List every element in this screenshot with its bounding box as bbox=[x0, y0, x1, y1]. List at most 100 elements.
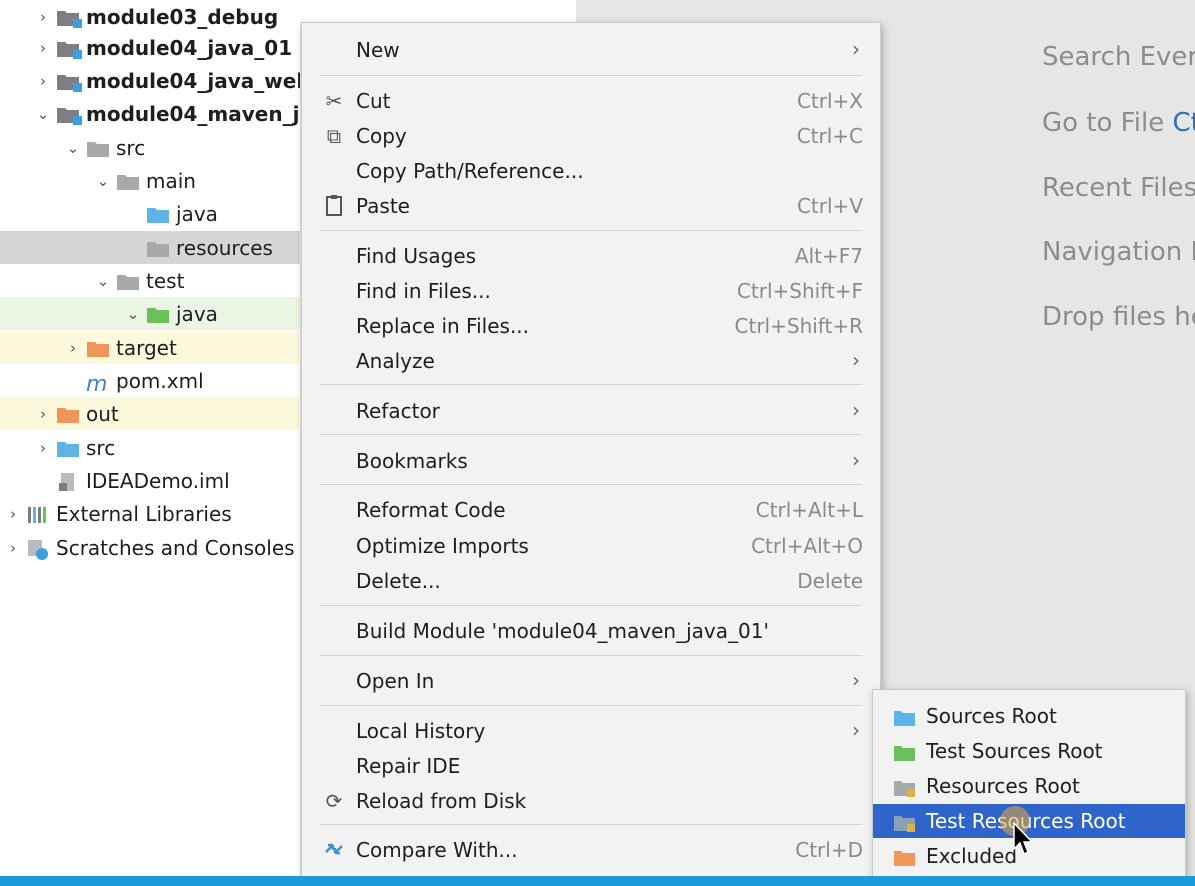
chevron-right-icon[interactable]: › bbox=[36, 72, 50, 90]
tree-item-label: main bbox=[146, 168, 196, 193]
menu-item[interactable]: Open In › bbox=[302, 664, 880, 698]
excluded-folder-icon bbox=[86, 339, 110, 357]
menu-item[interactable]: Repair IDE bbox=[302, 749, 880, 783]
menu-separator bbox=[320, 434, 862, 435]
tree-item[interactable]: › target bbox=[0, 331, 300, 364]
tree-item[interactable]: › out bbox=[0, 397, 300, 430]
iml-file-icon bbox=[56, 472, 80, 491]
chevron-right-icon[interactable]: › bbox=[36, 439, 50, 457]
submenu-item-source[interactable]: Sources Root bbox=[873, 699, 1185, 733]
menu-item-label: Paste bbox=[356, 194, 410, 218]
resources-folder-icon bbox=[893, 778, 916, 797]
menu-item[interactable]: Build Module 'module04_maven_java_01' bbox=[302, 614, 880, 648]
chevron-down-icon[interactable]: ⌄ bbox=[126, 305, 140, 323]
menu-item[interactable]: ✂ Cut Ctrl+X bbox=[302, 84, 880, 118]
submenu-item-resources[interactable]: Resources Root bbox=[873, 769, 1185, 803]
menu-item-label: Reload from Disk bbox=[356, 789, 527, 813]
folder-icon bbox=[116, 272, 140, 290]
menu-item-shortcut: Ctrl+Alt+O bbox=[751, 534, 863, 558]
chevron-down-icon[interactable]: ⌄ bbox=[96, 172, 110, 190]
menu-item[interactable]: Local History › bbox=[302, 714, 880, 748]
tree-item[interactable]: › module04_java_web bbox=[0, 64, 300, 97]
source-folder-icon bbox=[56, 439, 80, 457]
module-folder-icon bbox=[56, 8, 82, 28]
welcome-hint-text: Drop files he bbox=[1042, 302, 1195, 332]
submenu-item-label: Test Sources Root bbox=[926, 739, 1103, 763]
tree-item[interactable]: IDEADemo.iml bbox=[0, 464, 300, 497]
tree-item-label: module04_java_web bbox=[86, 68, 300, 93]
menu-item[interactable]: Paste Ctrl+V bbox=[302, 189, 880, 223]
tree-item[interactable]: ⌄ src bbox=[0, 131, 300, 164]
scissors-icon: ✂ bbox=[325, 89, 343, 113]
welcome-hint-shortcut: Ct bbox=[1172, 108, 1195, 138]
menu-item[interactable]: Delete... Delete bbox=[302, 564, 880, 598]
menu-item[interactable]: Find in Files... Ctrl+Shift+F bbox=[302, 274, 880, 308]
module-folder-icon bbox=[56, 39, 82, 59]
menu-item-shortcut: Ctrl+C bbox=[796, 124, 863, 148]
menu-item[interactable]: Copy Path/Reference... bbox=[302, 154, 880, 188]
chevron-down-icon[interactable]: ⌄ bbox=[66, 139, 80, 157]
tree-item[interactable]: ⌄ main bbox=[0, 164, 300, 197]
menu-item-label: Local History bbox=[356, 719, 486, 743]
menu-item[interactable]: Bookmarks › bbox=[302, 444, 880, 478]
tree-item-label: src bbox=[116, 135, 146, 160]
menu-item[interactable]: Refactor › bbox=[302, 394, 880, 428]
folder-icon bbox=[146, 239, 170, 257]
tree-item-label: module04_maven_ja bbox=[86, 101, 300, 126]
folder-icon bbox=[86, 139, 110, 157]
menu-item[interactable]: New › bbox=[302, 33, 880, 67]
tree-item-label: Scratches and Consoles bbox=[56, 535, 295, 560]
tree-item-label: src bbox=[86, 435, 116, 460]
chevron-right-icon[interactable]: › bbox=[6, 505, 20, 523]
menu-item[interactable]: Reformat Code Ctrl+Alt+L bbox=[302, 493, 880, 527]
library-icon bbox=[26, 505, 50, 523]
chevron-right-icon: › bbox=[852, 718, 860, 742]
menu-item-label: Optimize Imports bbox=[356, 534, 529, 558]
chevron-down-icon[interactable]: ⌄ bbox=[96, 272, 110, 290]
menu-item[interactable]: Optimize Imports Ctrl+Alt+O bbox=[302, 529, 880, 563]
tree-item[interactable]: › module04_java_01 bbox=[0, 31, 300, 64]
chevron-right-icon[interactable]: › bbox=[36, 405, 50, 423]
menu-item-shortcut: Ctrl+Shift+R bbox=[734, 314, 863, 338]
maven-icon: m bbox=[86, 371, 108, 397]
menu-separator bbox=[320, 230, 862, 231]
menu-item-label: Find in Files... bbox=[356, 279, 491, 303]
chevron-right-icon[interactable]: › bbox=[36, 8, 50, 26]
tree-item[interactable]: ⌄ module04_maven_ja bbox=[0, 97, 300, 130]
menu-item-label: Reformat Code bbox=[356, 498, 506, 522]
menu-item-label: Analyze bbox=[356, 349, 435, 373]
menu-item-label: New bbox=[356, 38, 400, 62]
menu-item[interactable]: ⟳ Reload from Disk bbox=[302, 784, 880, 818]
menu-item[interactable]: ⧉ Copy Ctrl+C bbox=[302, 119, 880, 153]
tree-item[interactable]: ⌄ test bbox=[0, 264, 300, 297]
menu-item[interactable]: Replace in Files... Ctrl+Shift+R bbox=[302, 309, 880, 343]
chevron-right-icon[interactable]: › bbox=[36, 39, 50, 57]
menu-item[interactable]: Find Usages Alt+F7 bbox=[302, 239, 880, 273]
tree-item[interactable]: m pom.xml bbox=[0, 364, 300, 397]
tree-item[interactable]: › Scratches and Consoles bbox=[0, 531, 300, 564]
excluded-folder-icon bbox=[893, 848, 916, 866]
tree-item[interactable]: › src bbox=[0, 431, 300, 464]
menu-item[interactable]: Analyze › bbox=[302, 344, 880, 378]
tree-item[interactable]: ⌄ java bbox=[0, 297, 300, 330]
tree-item[interactable]: java bbox=[0, 197, 300, 230]
welcome-hint: Go to File Ct bbox=[1042, 108, 1195, 138]
menu-separator bbox=[320, 605, 862, 606]
tree-item-label: IDEADemo.iml bbox=[86, 468, 230, 493]
module-folder-icon bbox=[56, 105, 82, 125]
welcome-hint-text: Recent Files bbox=[1042, 173, 1195, 203]
menu-item[interactable]: Compare With... Ctrl+D bbox=[302, 833, 880, 867]
menu-separator bbox=[320, 655, 862, 656]
menu-item-label: Build Module 'module04_maven_java_01' bbox=[356, 619, 769, 643]
menu-item-shortcut: Ctrl+V bbox=[796, 194, 863, 218]
chevron-down-icon[interactable]: ⌄ bbox=[36, 105, 50, 123]
welcome-hint-text: Search Every bbox=[1042, 42, 1195, 72]
module-folder-icon bbox=[56, 72, 82, 92]
tree-item[interactable]: resources bbox=[0, 231, 300, 264]
chevron-right-icon[interactable]: › bbox=[66, 339, 80, 357]
tree-item-label: module04_java_01 bbox=[86, 35, 293, 60]
tree-item[interactable]: › module03_debug bbox=[0, 0, 300, 33]
tree-item[interactable]: › External Libraries bbox=[0, 497, 300, 530]
submenu-item-test[interactable]: Test Sources Root bbox=[873, 734, 1185, 768]
chevron-right-icon[interactable]: › bbox=[6, 539, 20, 557]
